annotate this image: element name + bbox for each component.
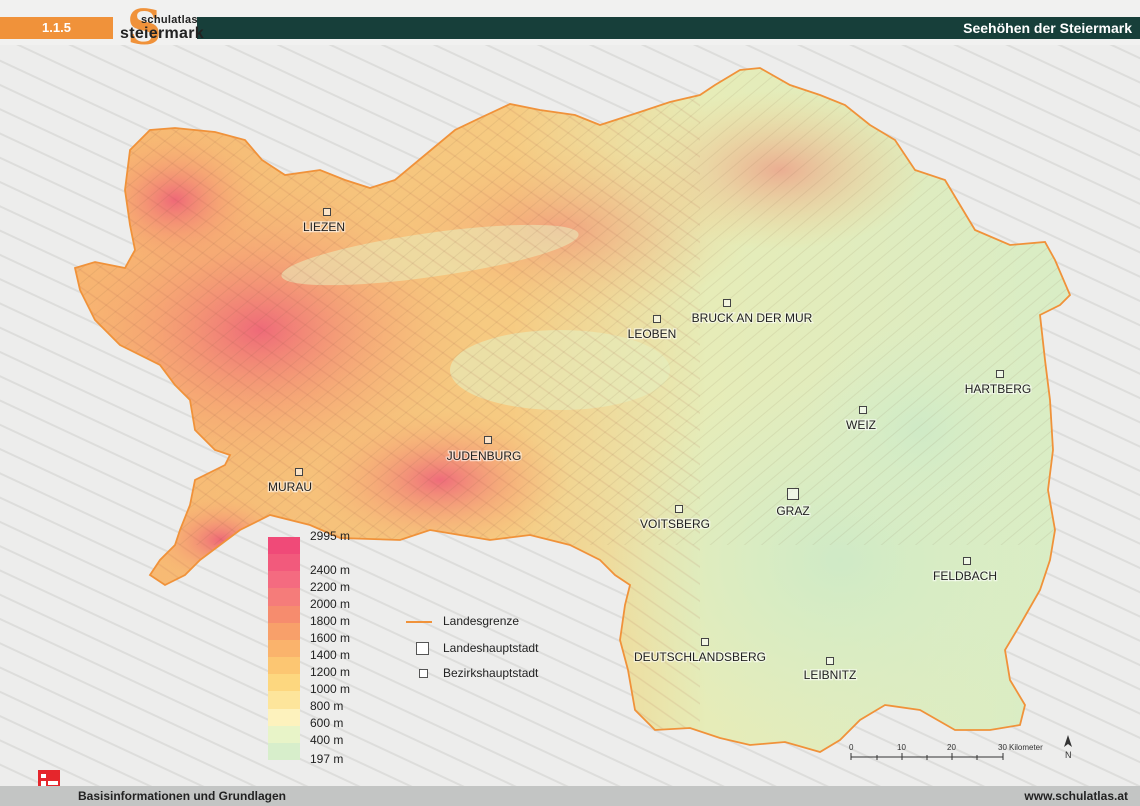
legend-elevation-label: 2200 m — [310, 580, 351, 594]
scale-unit: Kilometer — [1009, 743, 1043, 752]
legend-elevation-label: 2400 m — [310, 563, 351, 577]
legend-color-swatch — [268, 691, 300, 710]
key-district-label: Bezirkshauptstadt — [443, 666, 539, 680]
legend-color-swatch — [268, 657, 300, 675]
legend-elevation-label: 400 m — [310, 733, 344, 747]
legend-elevation-label: 1000 m — [310, 682, 351, 696]
scale-tick-20: 20 — [947, 743, 956, 752]
title-bar: Seehöhen der Steiermark — [197, 17, 1140, 39]
city-label: WEIZ — [846, 418, 876, 432]
city-label: BRUCK AN DER MUR — [692, 311, 813, 325]
scale-tick-30: 30 — [998, 743, 1007, 752]
capital-square-icon — [416, 642, 429, 655]
district-marker — [701, 638, 709, 646]
legend-color-swatch — [268, 708, 300, 727]
district-marker — [323, 208, 331, 216]
district-marker — [996, 370, 1004, 378]
legend-color-swatch — [268, 639, 300, 658]
legend-elevation-label: 1600 m — [310, 631, 351, 645]
district-marker — [675, 505, 683, 513]
district-marker — [484, 436, 492, 444]
footer-bar: Basisinformationen und Grundlagen www.sc… — [0, 786, 1140, 806]
district-square-icon — [419, 669, 428, 678]
district-marker — [723, 299, 731, 307]
border-line-symbol — [406, 621, 432, 623]
district-marker — [653, 315, 661, 323]
legend-elevation-label: 1400 m — [310, 648, 351, 662]
elevation-map: LIEZEN LEOBEN BRUCK AN DER MUR HARTBERG WEIZ… — [0, 45, 1140, 786]
scale-tick-0: 0 — [849, 743, 854, 752]
capital-marker — [787, 488, 799, 500]
district-marker — [295, 468, 303, 476]
footer-website-link[interactable]: www.schulatlas.at — [1024, 789, 1128, 803]
legend-color-swatch — [268, 622, 300, 641]
scale-tick-10: 10 — [897, 743, 906, 752]
city-label: MURAU — [268, 480, 312, 494]
legend-color-swatch — [268, 674, 300, 692]
legend-color-swatch — [268, 725, 300, 744]
district-marker — [963, 557, 971, 565]
footer-section: Basisinformationen und Grundlagen — [78, 789, 287, 803]
legend-color-swatch — [268, 571, 300, 589]
city-label: FELDBACH — [933, 569, 997, 583]
city-label: LIEZEN — [303, 220, 345, 234]
city-label: GRAZ — [776, 504, 809, 518]
district-marker — [826, 657, 834, 665]
legend-elevation-label: 197 m — [310, 752, 344, 766]
page-title: Seehöhen der Steiermark — [963, 20, 1132, 36]
section-number: 1.1.5 — [42, 20, 71, 35]
legend-elevation-label: 2000 m — [310, 597, 351, 611]
legend-elevation-label: 2995 m — [310, 529, 351, 543]
logo-text-bottom: steiermark — [120, 25, 204, 42]
district-marker — [859, 406, 867, 414]
legend-elevation-label: 600 m — [310, 716, 344, 730]
legend-color-swatch — [268, 588, 300, 607]
city-label: VOITSBERG — [640, 517, 710, 531]
legend-color-swatch — [268, 742, 300, 761]
key-border-label: Landesgrenze — [443, 614, 520, 628]
legend-color-swatch — [268, 537, 300, 555]
city-label: LEIBNITZ — [804, 668, 857, 682]
legend-color-swatch — [268, 605, 300, 624]
city-label: HARTBERG — [965, 382, 1031, 396]
city-label: JUDENBURG — [447, 449, 522, 463]
legend-color-swatch — [268, 554, 300, 572]
legend-elevation-label: 1800 m — [310, 614, 351, 628]
north-label: N — [1065, 750, 1072, 760]
legend-elevation-label: 1200 m — [310, 665, 351, 679]
city-label: LEOBEN — [628, 327, 677, 341]
key-capital-label: Landeshauptstadt — [443, 641, 539, 655]
legend-elevation-label: 800 m — [310, 699, 344, 713]
city-label: DEUTSCHLANDSBERG — [634, 650, 766, 664]
